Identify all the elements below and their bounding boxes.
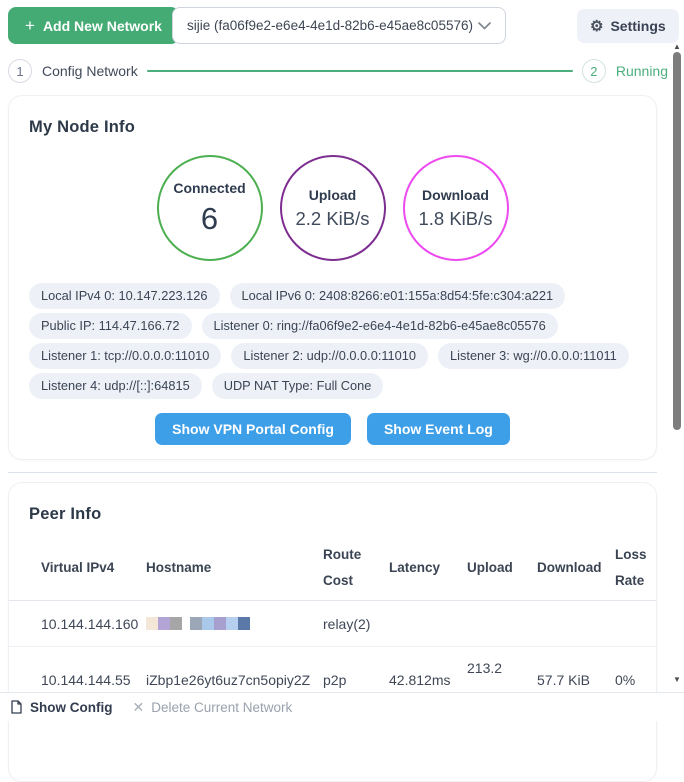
plus-icon: + [25, 17, 35, 34]
redaction-block [238, 617, 250, 630]
file-icon [10, 700, 23, 714]
node-gauges: Connected 6 Upload 2.2 KiB/s Download 1.… [9, 155, 656, 261]
redaction-block [214, 617, 226, 630]
scrollbar-thumb[interactable] [673, 52, 681, 430]
delete-current-network-label: Delete Current Network [151, 700, 292, 715]
chip-listener-1: Listener 1: tcp://0.0.0.0:11010 [29, 343, 221, 369]
chip-udp-nat-type: UDP NAT Type: Full Cone [212, 373, 384, 399]
peer-table-header: Virtual IPv4 Hostname Route Cost Latency… [9, 536, 656, 601]
show-config-button[interactable]: Show Config [10, 700, 112, 715]
chevron-down-icon [478, 22, 491, 30]
redaction-block [202, 617, 214, 630]
peer-1-hostname-redacted [146, 617, 323, 630]
node-info-chips: Local IPv4 0: 10.147.223.126 Local IPv6 … [29, 283, 636, 399]
col-download: Download [537, 555, 615, 581]
footer-bar: Show Config ✕ Delete Current Network [0, 692, 684, 721]
col-latency: Latency [389, 555, 467, 581]
settings-button[interactable]: ⚙ Settings [577, 9, 679, 43]
close-icon: ✕ [132, 700, 144, 714]
col-hostname: Hostname [146, 555, 323, 581]
step-config-network: 1 Config Network [8, 59, 138, 83]
peer-table-row: 10.144.144.160 relay(2) [9, 601, 656, 647]
stepper-connector-line [147, 70, 573, 72]
redaction-block [190, 617, 202, 630]
connected-gauge-label: Connected [173, 180, 245, 196]
col-upload: Upload [467, 555, 537, 581]
chip-listener-2: Listener 2: udp://0.0.0.0:11010 [231, 343, 428, 369]
network-selector[interactable]: sijie (fa06f9e2-e6e4-4e1d-82b6-e45ae8c05… [172, 7, 506, 44]
peer-2-upload: 213.2 [467, 647, 537, 676]
peer-2-download: 57.7 KiB [537, 647, 615, 688]
add-new-network-label: Add New Network [43, 18, 162, 34]
scrollbar-up-arrow[interactable]: ▲ [672, 43, 682, 51]
step-1-circle: 1 [8, 59, 32, 83]
redacted-hostname-blocks [146, 617, 323, 630]
peer-1-virtual-ipv4: 10.144.144.160 [41, 616, 146, 632]
peer-info-title: Peer Info [29, 505, 656, 524]
node-action-buttons: Show VPN Portal Config Show Event Log [9, 413, 656, 445]
step-2-label: Running [616, 63, 668, 79]
upload-gauge-value: 2.2 KiB/s [295, 208, 369, 230]
col-route-cost: Route Cost [323, 542, 389, 594]
peer-info-card: Peer Info Virtual IPv4 Hostname Route Co… [8, 482, 657, 782]
show-event-log-button[interactable]: Show Event Log [367, 413, 510, 445]
step-1-label: Config Network [42, 63, 138, 79]
vertical-scrollbar[interactable]: ▲ ▼ [671, 42, 683, 692]
upload-gauge-label: Upload [309, 187, 356, 203]
upload-gauge: Upload 2.2 KiB/s [280, 155, 386, 261]
peer-2-loss-rate: 0% [615, 647, 657, 688]
redaction-block [146, 617, 158, 630]
peer-2-hostname: iZbp1e26yt6uz7cn5opiy2Z [146, 647, 323, 688]
peer-2-latency: 42.812ms [389, 647, 467, 688]
redaction-block [158, 617, 170, 630]
stepper: 1 Config Network 2 Running [8, 58, 668, 84]
settings-label: Settings [610, 18, 665, 34]
show-config-label: Show Config [30, 700, 112, 715]
network-selector-value: sijie (fa06f9e2-e6e4-4e1d-82b6-e45ae8c05… [187, 18, 473, 33]
chip-local-ipv6: Local IPv6 0: 2408:8266:e01:155a:8d54:5f… [230, 283, 566, 309]
card-divider [8, 472, 657, 473]
peer-1-route-cost: relay(2) [323, 616, 389, 632]
peer-2-virtual-ipv4: 10.144.144.55 [41, 647, 146, 688]
redaction-block [226, 617, 238, 630]
chip-listener-0: Listener 0: ring://fa06f9e2-e6e4-4e1d-82… [202, 313, 558, 339]
step-2-circle: 2 [582, 59, 606, 83]
my-node-info-title: My Node Info [29, 118, 656, 137]
add-new-network-button[interactable]: + Add New Network [8, 7, 179, 44]
delete-current-network-button[interactable]: ✕ Delete Current Network [132, 700, 292, 715]
gear-icon: ⚙ [590, 19, 603, 34]
scrollbar-down-arrow[interactable]: ▼ [672, 676, 682, 684]
chip-public-ip: Public IP: 114.47.166.72 [29, 313, 192, 339]
download-gauge-label: Download [422, 187, 489, 203]
connected-gauge: Connected 6 [157, 155, 263, 261]
col-loss-rate: Loss Rate [615, 542, 657, 594]
chip-listener-3: Listener 3: wg://0.0.0.0:11011 [438, 343, 629, 369]
download-gauge-value: 1.8 KiB/s [418, 208, 492, 230]
connected-gauge-value: 6 [201, 201, 218, 237]
step-running: 2 Running [582, 59, 668, 83]
chip-listener-4: Listener 4: udp://[::]:64815 [29, 373, 202, 399]
my-node-info-card: My Node Info Connected 6 Upload 2.2 KiB/… [8, 95, 657, 460]
redaction-block [170, 617, 182, 630]
col-virtual-ipv4: Virtual IPv4 [41, 555, 146, 581]
show-vpn-portal-config-button[interactable]: Show VPN Portal Config [155, 413, 351, 445]
chip-local-ipv4: Local IPv4 0: 10.147.223.126 [29, 283, 220, 309]
peer-2-route-cost: p2p [323, 647, 389, 688]
download-gauge: Download 1.8 KiB/s [403, 155, 509, 261]
